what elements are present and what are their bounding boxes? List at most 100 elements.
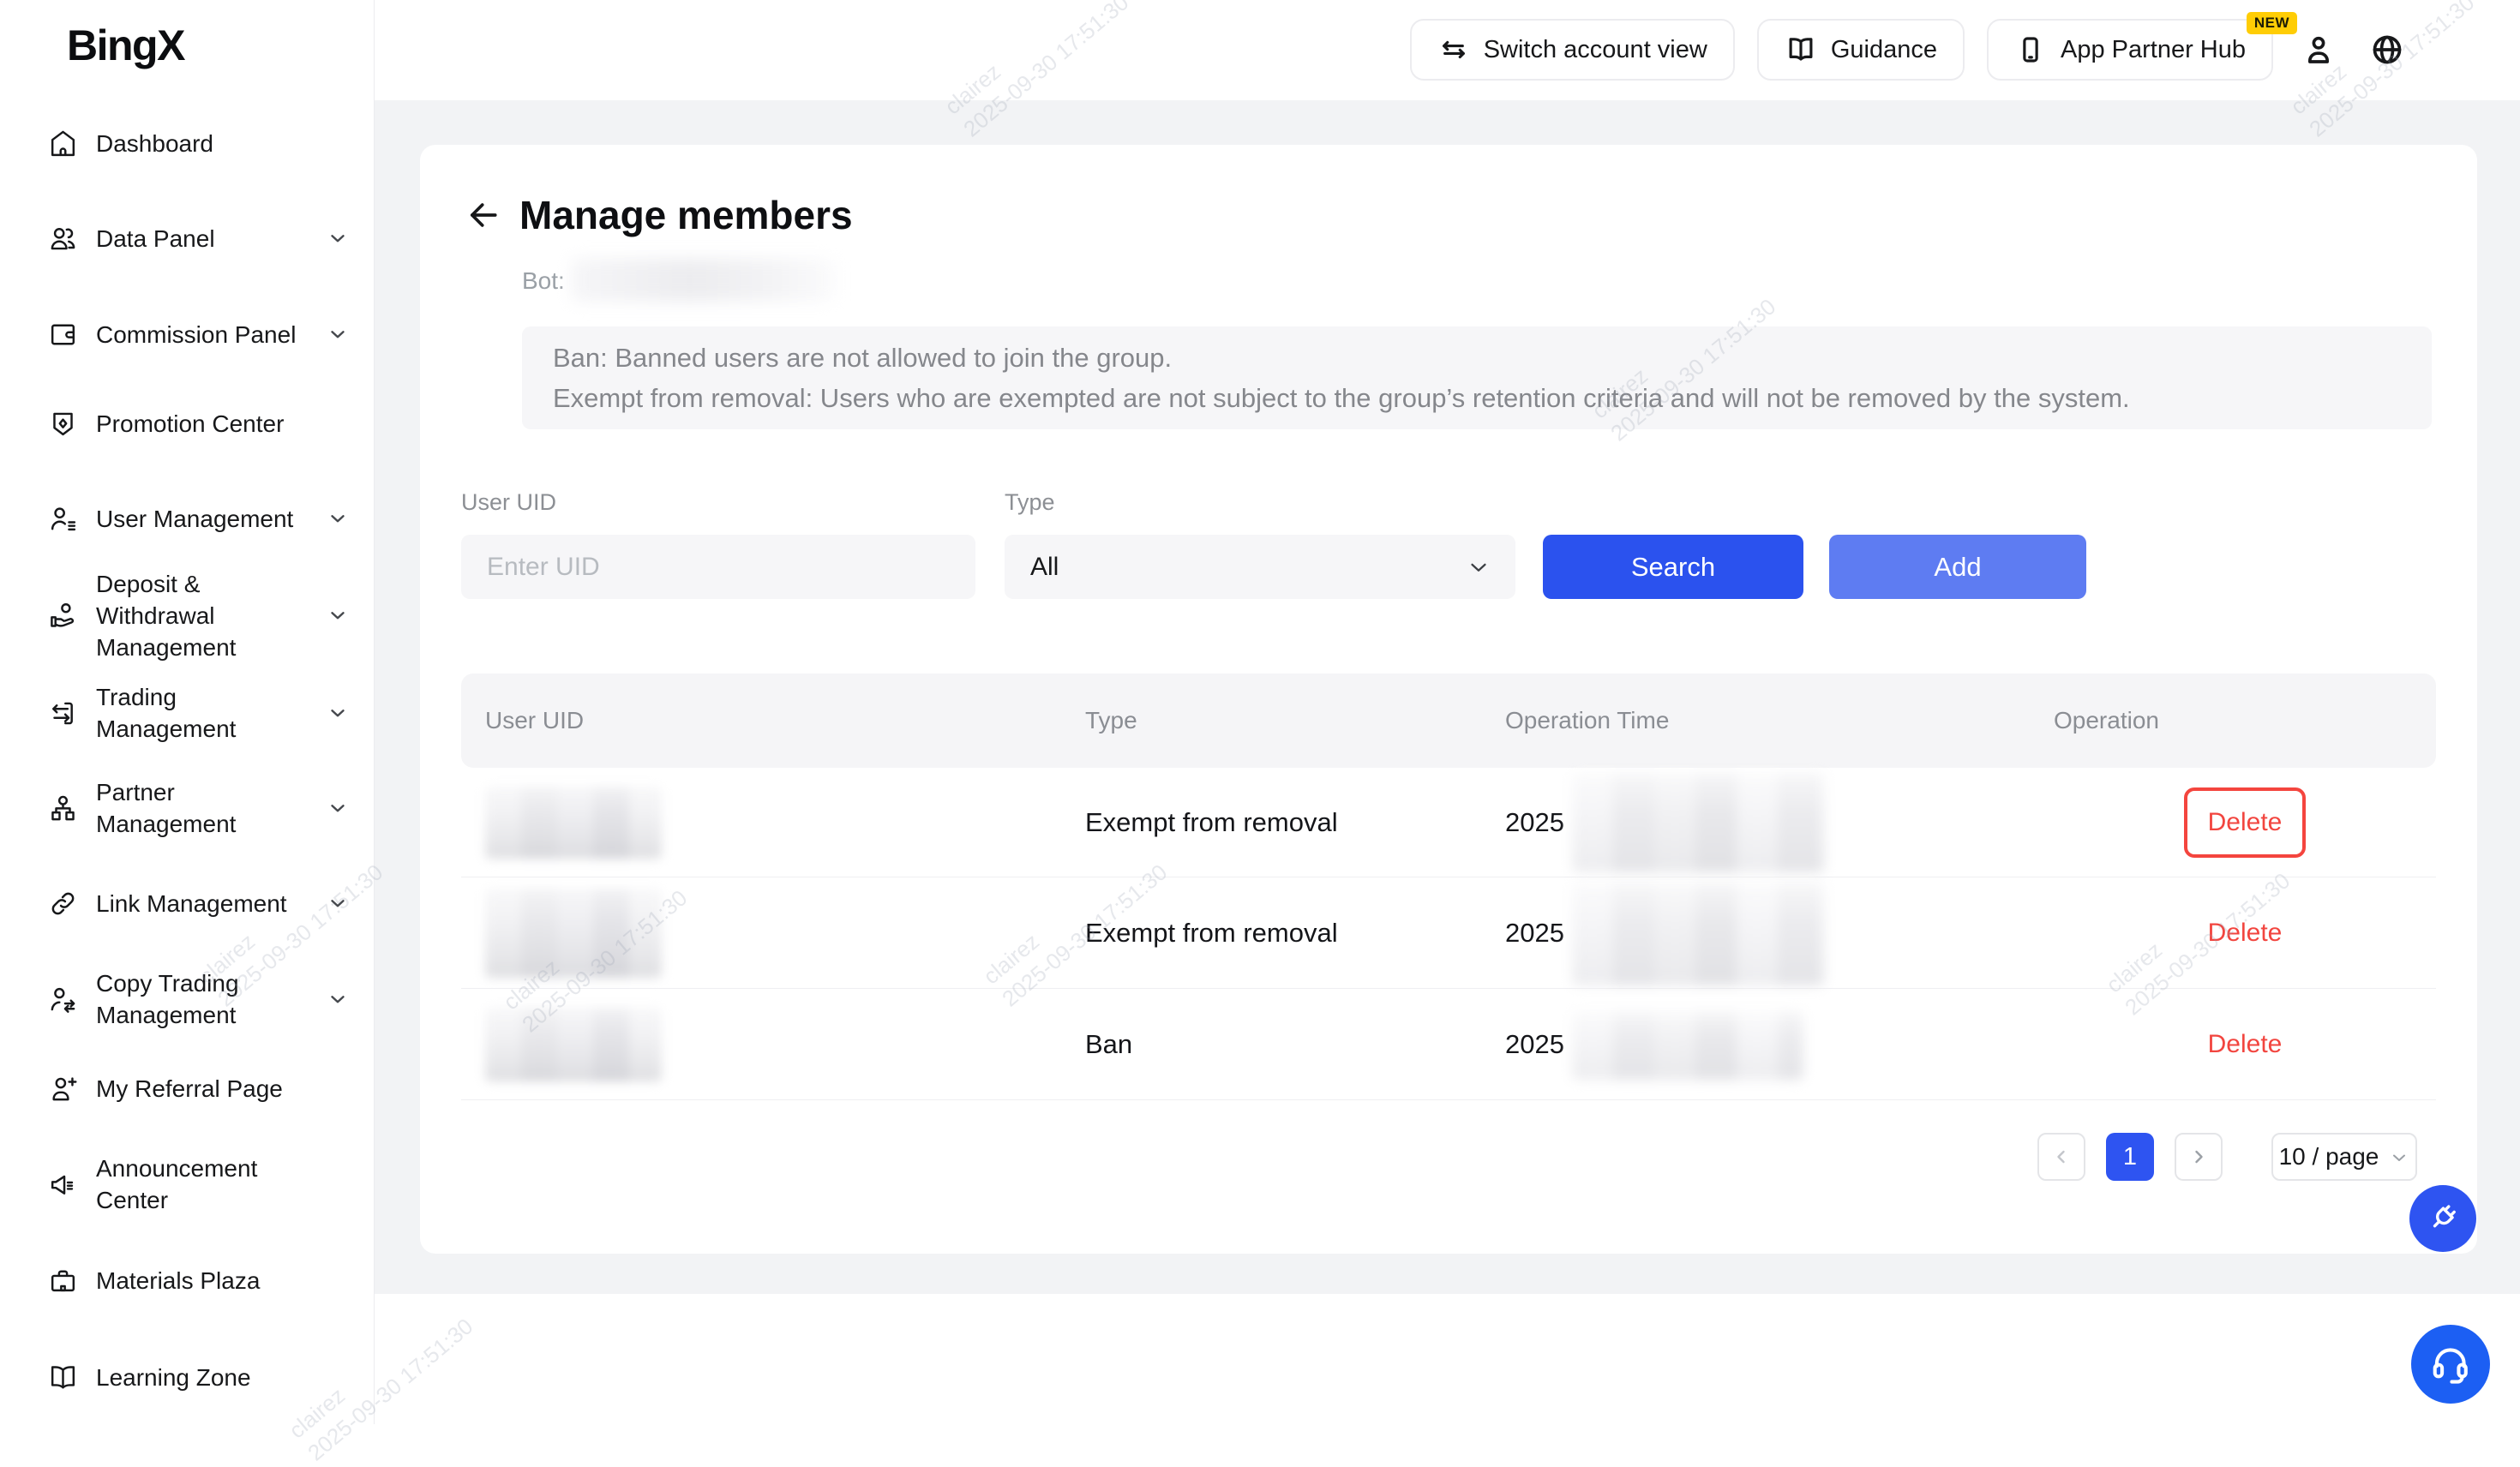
guidance-button[interactable]: Guidance xyxy=(1757,19,1965,81)
table-row: Ban 2025 Delete xyxy=(461,989,2436,1100)
user-list-icon xyxy=(47,503,79,535)
back-arrow-icon[interactable] xyxy=(465,196,502,234)
sidebar-item-label: Materials Plaza xyxy=(96,1265,312,1296)
sidebar-item-label: Data Panel xyxy=(96,223,312,254)
column-header-operation: Operation xyxy=(2054,707,2436,734)
notice-line-exempt: Exempt from removal: Users who are exemp… xyxy=(553,378,2401,418)
guidance-label: Guidance xyxy=(1831,36,1937,64)
column-header-user-uid: User UID xyxy=(485,707,1085,734)
bingx-logo[interactable]: BingX xyxy=(67,21,184,70)
transfer-icon xyxy=(47,698,79,729)
language-button[interactable] xyxy=(2364,27,2410,73)
user-uid-filter-label: User UID xyxy=(461,488,556,517)
operation-time-cell: 2025 xyxy=(1505,918,1564,949)
sidebar-item-label: Announcement Center xyxy=(96,1153,312,1216)
redacted-operation-time xyxy=(1572,1011,1803,1080)
sidebar-item-label: Dashboard xyxy=(96,128,312,159)
redacted-user-uid xyxy=(485,787,662,859)
chevron-down-icon xyxy=(327,227,349,249)
operation-time-cell: 2025 xyxy=(1505,807,1564,838)
org-chart-icon xyxy=(47,793,79,824)
app-partner-hub-button[interactable]: App Partner Hub NEW xyxy=(1987,19,2273,81)
new-badge: NEW xyxy=(2247,12,2297,34)
switch-account-view-button[interactable]: Switch account view xyxy=(1410,19,1735,81)
table-row: Exempt from removal 2025 Delete xyxy=(461,877,2436,989)
delete-link[interactable]: Delete xyxy=(2208,1030,2283,1059)
type-cell: Exempt from removal xyxy=(1085,807,1338,838)
pagination-prev-button[interactable] xyxy=(2037,1133,2085,1181)
delete-highlight-box: Delete xyxy=(2184,787,2307,858)
globe-icon xyxy=(2369,32,2405,68)
user-avatar-icon xyxy=(2301,32,2337,68)
chevron-down-icon xyxy=(327,604,349,626)
app-partner-hub-label: App Partner Hub xyxy=(2061,36,2246,64)
pagination-next-button[interactable] xyxy=(2175,1133,2223,1181)
sidebar-item-data-panel[interactable]: Data Panel xyxy=(0,213,375,264)
delete-link[interactable]: Delete xyxy=(2208,808,2283,836)
type-filter-label: Type xyxy=(1005,488,1055,517)
members-table: User UID Type Operation Time Operation E… xyxy=(461,674,2436,1100)
delete-link[interactable]: Delete xyxy=(2208,919,2283,948)
chevron-down-icon xyxy=(327,797,349,819)
search-button[interactable]: Search xyxy=(1543,535,1803,599)
sidebar-item-deposit-withdrawal[interactable]: Deposit & Withdrawal Management xyxy=(0,555,375,675)
sidebar-item-dashboard[interactable]: Dashboard xyxy=(0,117,375,169)
type-select-value: All xyxy=(1030,553,1059,582)
bot-label: Bot: xyxy=(522,266,565,296)
page-size-select[interactable]: 10 / page xyxy=(2271,1133,2417,1181)
sidebar-item-copy-trading[interactable]: Copy Trading Management xyxy=(0,955,375,1044)
type-cell: Exempt from removal xyxy=(1085,918,1338,949)
user-uid-input[interactable] xyxy=(461,535,975,599)
support-fab-button[interactable] xyxy=(2411,1325,2490,1404)
column-header-operation-time: Operation Time xyxy=(1505,707,2054,734)
chevron-down-icon xyxy=(327,702,349,724)
type-select[interactable]: All xyxy=(1005,535,1515,599)
headset-icon xyxy=(2411,1325,2490,1404)
page-size-value: 10 / page xyxy=(2279,1143,2379,1171)
plug-icon xyxy=(2409,1185,2476,1252)
sidebar-item-label: My Referral Page xyxy=(96,1073,312,1105)
sidebar-item-materials-plaza[interactable]: Materials Plaza xyxy=(0,1254,375,1306)
sidebar-item-commission-panel[interactable]: Commission Panel xyxy=(0,308,375,360)
user-plus-icon xyxy=(47,1073,79,1105)
sidebar-item-partner-management[interactable]: Partner Management xyxy=(0,763,375,853)
add-button[interactable]: Add xyxy=(1829,535,2086,599)
sidebar-item-promotion-center[interactable]: Promotion Center xyxy=(0,398,375,449)
shield-diamond-icon xyxy=(47,408,79,440)
user-arrows-icon xyxy=(47,984,79,1015)
redacted-bot-name xyxy=(571,259,835,302)
page-title: Manage members xyxy=(519,193,853,237)
phone-icon xyxy=(2014,33,2047,66)
sidebar-item-trading-management[interactable]: Trading Management xyxy=(0,668,375,757)
sidebar-item-label: Link Management xyxy=(96,888,312,919)
sidebar: BingX Dashboard Data Panel Commission Pa… xyxy=(0,0,375,1424)
chevron-down-icon xyxy=(1466,554,1491,580)
megaphone-icon xyxy=(47,1169,79,1201)
sidebar-item-label: Promotion Center xyxy=(96,408,312,440)
sidebar-item-label: User Management xyxy=(96,503,312,535)
sidebar-item-my-referral-page[interactable]: My Referral Page xyxy=(0,1063,375,1114)
sidebar-item-label: Partner Management xyxy=(96,776,312,840)
chevron-down-icon xyxy=(327,507,349,530)
sidebar-item-user-management[interactable]: User Management xyxy=(0,493,375,544)
switch-account-view-label: Switch account view xyxy=(1484,36,1707,64)
hand-coin-icon xyxy=(47,600,79,632)
sidebar-item-link-management[interactable]: Link Management xyxy=(0,877,375,929)
switch-arrows-icon xyxy=(1437,33,1470,66)
sidebar-item-learning-zone[interactable]: Learning Zone xyxy=(0,1351,375,1403)
sidebar-item-label: Trading Management xyxy=(96,681,312,745)
link-icon xyxy=(47,888,79,919)
bingx-admin-page: { "watermark": {"line1": "clairez", "lin… xyxy=(0,0,2520,1424)
top-bar-actions: Switch account view Guidance App Partner… xyxy=(1410,19,2410,81)
redacted-operation-time xyxy=(1572,883,1825,985)
sidebar-item-label: Deposit & Withdrawal Management xyxy=(96,568,312,663)
toolbox-icon xyxy=(47,1265,79,1296)
integration-fab-button[interactable] xyxy=(2409,1185,2476,1252)
sidebar-item-announcement-center[interactable]: Announcement Center xyxy=(0,1140,375,1229)
account-button[interactable] xyxy=(2295,27,2342,73)
pagination-current-page[interactable]: 1 xyxy=(2106,1133,2154,1181)
redacted-user-uid xyxy=(485,889,662,978)
column-header-type: Type xyxy=(1085,707,1505,734)
redacted-user-uid xyxy=(485,1008,662,1081)
chevron-down-icon xyxy=(327,323,349,345)
